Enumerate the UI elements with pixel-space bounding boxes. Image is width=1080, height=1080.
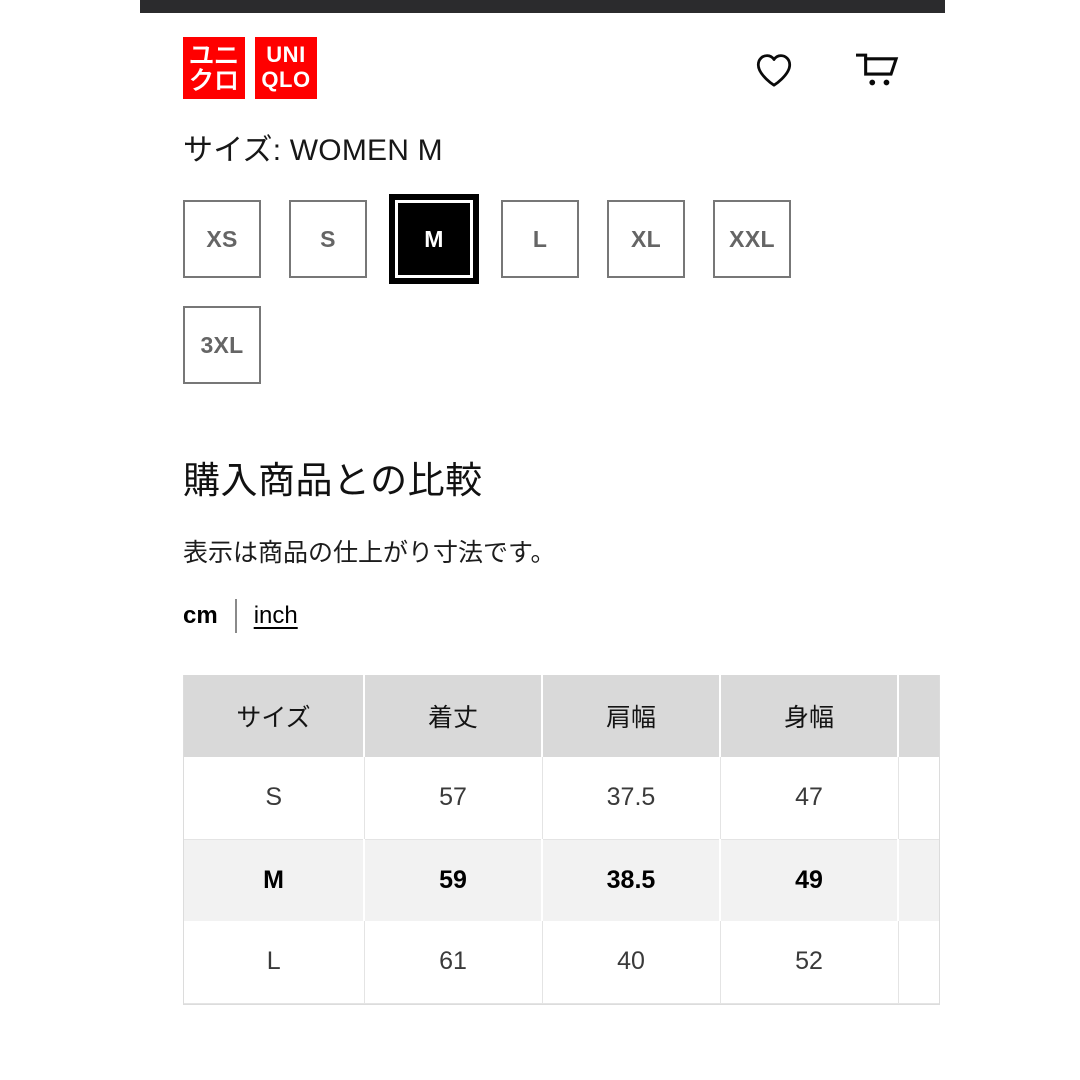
size-option-xxl[interactable]: XXL [713, 200, 791, 278]
cell-shoulder: 37.5 [542, 757, 721, 840]
size-table-body: S 57 37.5 47 M 59 38.5 49 L 61 40 52 [184, 757, 939, 1004]
logo-jp-line1: ユニ [188, 40, 239, 70]
table-header-row: サイズ 着丈 肩幅 身幅 [184, 675, 939, 757]
size-table: サイズ 着丈 肩幅 身幅 S 57 37.5 47 M 59 38.5 49 L… [184, 675, 939, 1004]
unit-inch-option[interactable]: inch [254, 602, 298, 630]
size-option-xl[interactable]: XL [607, 200, 685, 278]
site-header: ユニ クロ UNI QLO [183, 13, 945, 108]
uniqlo-logo[interactable]: ユニ クロ UNI QLO [183, 37, 317, 99]
size-table-scroll-container[interactable]: サイズ 着丈 肩幅 身幅 S 57 37.5 47 M 59 38.5 49 L… [183, 675, 940, 1005]
cell-length: 61 [364, 921, 543, 1004]
table-row[interactable]: M 59 38.5 49 [184, 839, 939, 921]
browser-status-bar [140, 0, 945, 13]
size-table-head: サイズ 着丈 肩幅 身幅 [184, 675, 939, 757]
header-actions [754, 51, 899, 92]
cell-extra [898, 757, 939, 840]
cell-size: L [184, 921, 365, 1004]
cell-size: S [184, 757, 365, 840]
cell-size: M [184, 839, 365, 921]
column-header-length: 着丈 [364, 675, 543, 757]
cell-chest: 52 [720, 921, 899, 1004]
cell-extra [898, 839, 939, 921]
cell-length: 57 [364, 757, 543, 840]
cell-chest: 47 [720, 757, 899, 840]
cart-button[interactable] [855, 51, 899, 92]
logo-jp-line2: クロ [188, 66, 239, 95]
size-label: サイズ: WOMEN M [183, 134, 443, 167]
size-option-s[interactable]: S [289, 200, 367, 278]
size-option-l[interactable]: L [501, 200, 579, 278]
cell-shoulder: 38.5 [542, 839, 721, 921]
heart-icon [754, 52, 794, 91]
table-row[interactable]: S 57 37.5 47 [184, 757, 939, 840]
size-option-3xl[interactable]: 3XL [183, 306, 261, 384]
column-header-shoulder: 肩幅 [542, 675, 721, 757]
column-header-extra [898, 675, 939, 757]
unit-toggle: cm inch [183, 599, 945, 633]
logo-en-line2: QLO [261, 67, 311, 92]
cell-extra [898, 921, 939, 1004]
size-guide-page: ユニ クロ UNI QLO サイズ: WOMEN M XS S M L XL X… [0, 0, 1080, 1080]
cell-chest: 49 [720, 839, 899, 921]
page-content: ユニ クロ UNI QLO サイズ: WOMEN M XS S M L XL X… [183, 13, 945, 1005]
cart-icon [855, 51, 899, 92]
logo-tile-english: UNI QLO [255, 37, 317, 99]
column-header-size: サイズ [184, 675, 365, 757]
logo-tile-japanese: ユニ クロ [183, 37, 245, 99]
cell-length: 59 [364, 839, 543, 921]
wishlist-button[interactable] [754, 51, 794, 91]
unit-divider [234, 599, 237, 633]
column-header-chest: 身幅 [720, 675, 899, 757]
comparison-heading: 購入商品との比較 [183, 460, 483, 501]
size-option-m[interactable]: M [392, 197, 476, 281]
table-row[interactable]: L 61 40 52 [184, 921, 939, 1004]
comparison-note: 表示は商品の仕上がり寸法です。 [183, 539, 556, 567]
unit-cm-option[interactable]: cm [183, 602, 218, 630]
logo-en-line1: UNI [266, 42, 306, 68]
size-option-grid: XS S M L XL XXL 3XL [183, 197, 863, 384]
cell-shoulder: 40 [542, 921, 721, 1004]
size-option-xs[interactable]: XS [183, 200, 261, 278]
